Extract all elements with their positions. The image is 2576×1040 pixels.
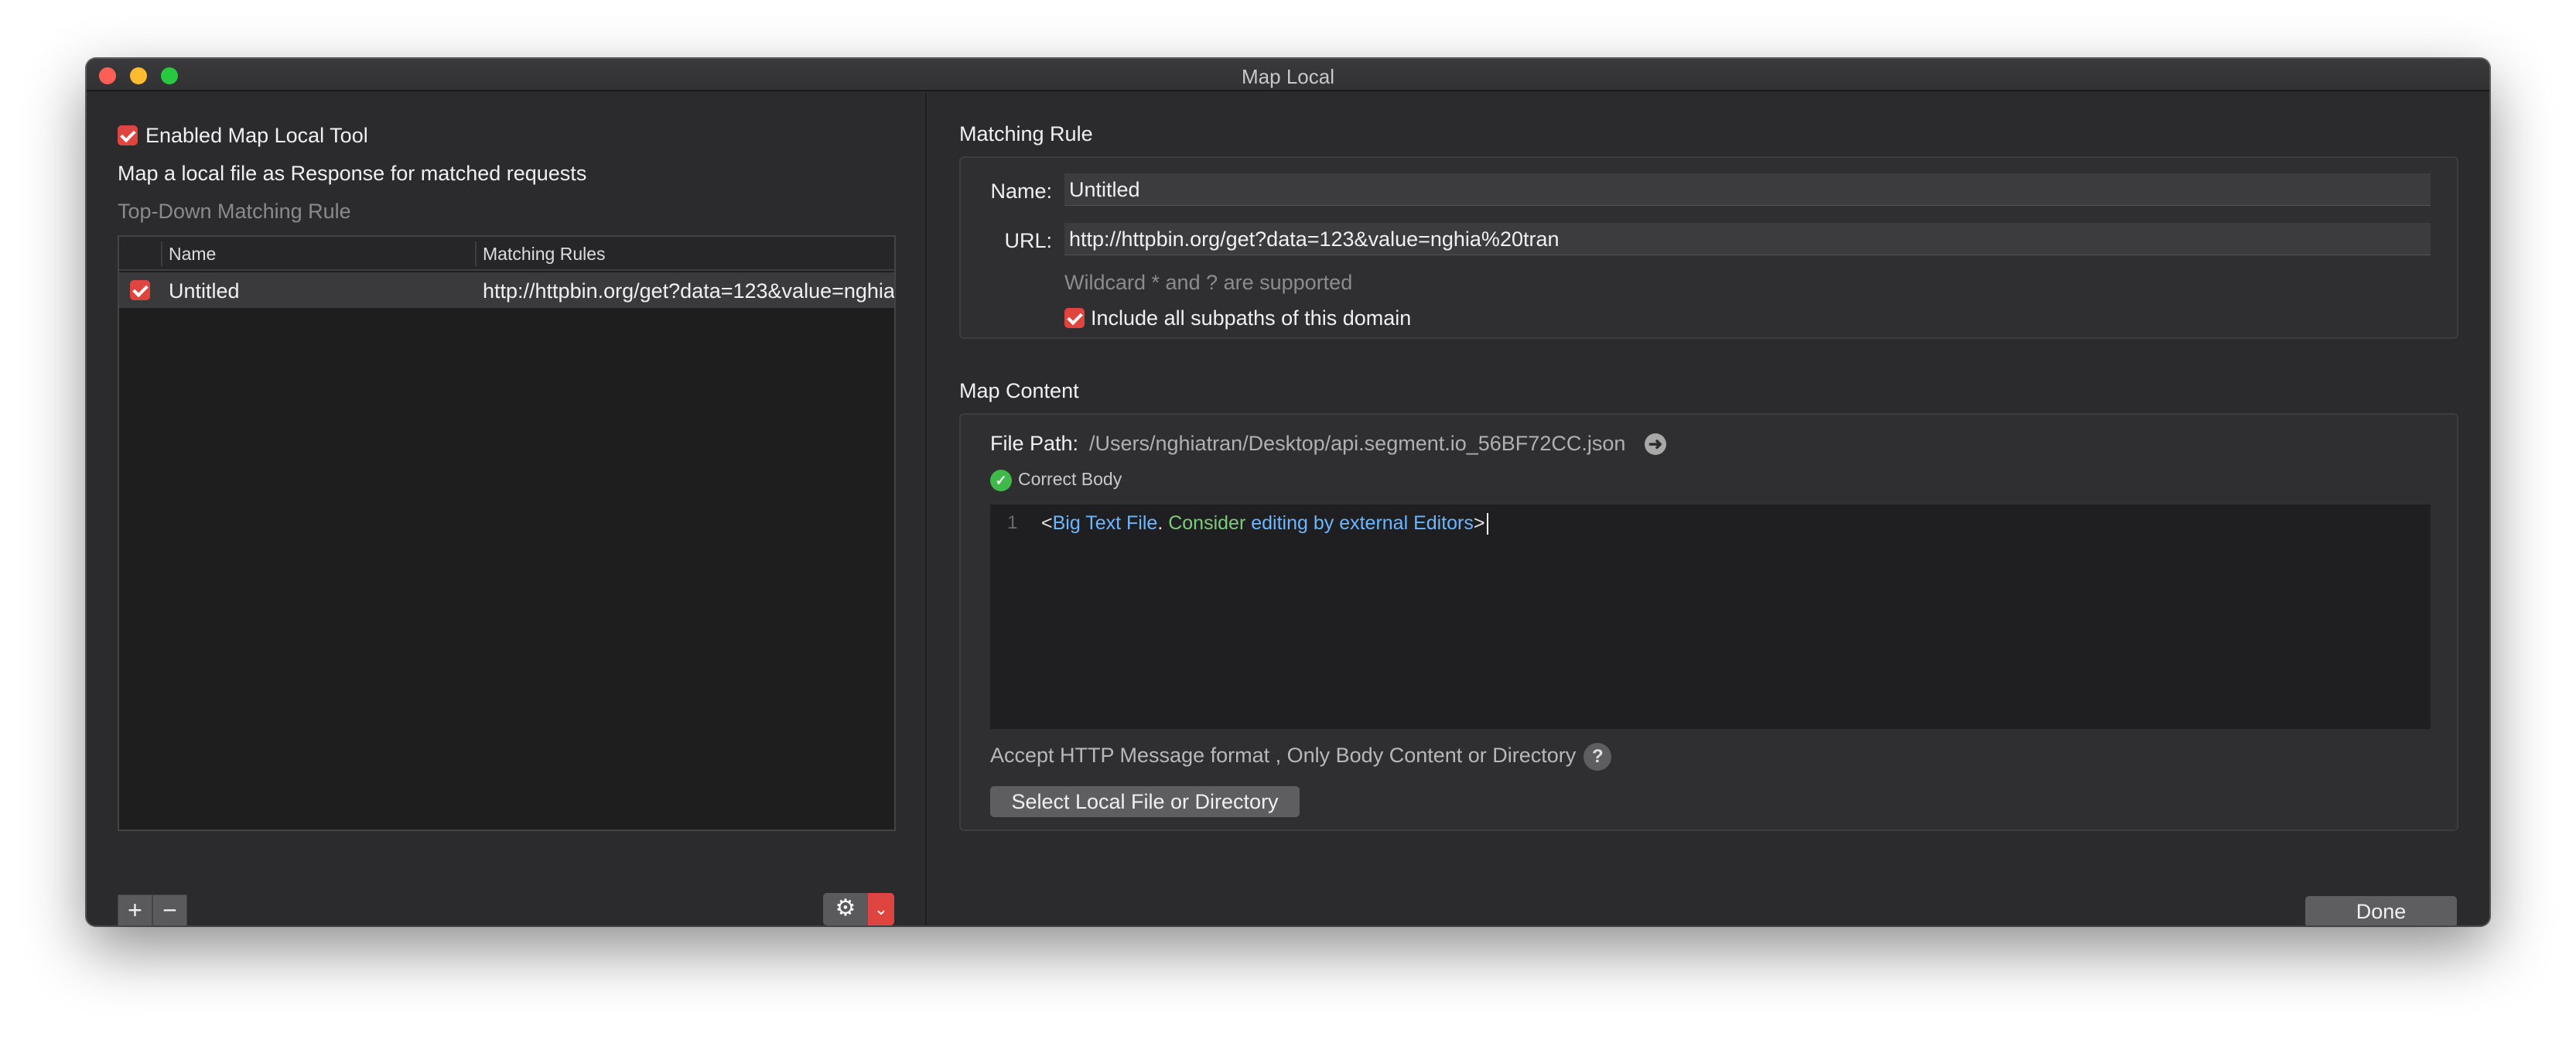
chevron-down-icon[interactable]: ⌄ — [868, 893, 894, 925]
body-editor[interactable]: 1 <Big Text File. Consider editing by ex… — [990, 505, 2431, 729]
open-bracket: < — [1041, 512, 1053, 534]
window-title: Map Local — [1242, 65, 1334, 88]
include-subpaths-checkbox[interactable]: Include all subpaths of this domain — [1064, 306, 1411, 330]
code-text-1: Big Text File — [1052, 512, 1158, 534]
help-icon[interactable]: ? — [1584, 743, 1612, 771]
map-content-title: Map Content — [959, 379, 1079, 402]
row-enabled-checkbox[interactable] — [130, 280, 150, 300]
file-path-value: /Users/nghiatran/Desktop/api.segment.io_… — [1089, 432, 1626, 455]
checkbox-checked-icon[interactable] — [1064, 307, 1085, 328]
include-subpaths-label: Include all subpaths of this domain — [1091, 306, 1412, 330]
checkbox-checked-icon[interactable] — [118, 125, 138, 145]
done-button[interactable]: Done — [2305, 896, 2457, 925]
enabled-label: Enabled Map Local Tool — [145, 124, 368, 147]
remove-rule-button[interactable]: − — [152, 895, 187, 925]
title-bar: Map Local — [87, 59, 2489, 91]
right-pane: Matching Rule Name: Untitled URL: http:/… — [928, 93, 2489, 925]
name-label: Name: — [990, 180, 1052, 203]
rules-table: Name Matching Rules Untitled http://http… — [118, 235, 896, 831]
code-text-2: Consider — [1163, 512, 1246, 534]
column-divider — [161, 241, 162, 266]
column-header-matching-rules[interactable]: Matching Rules — [483, 244, 606, 265]
description-text: Map a local file as Response for matched… — [118, 162, 587, 185]
accept-format-hint: Accept HTTP Message format , Only Body C… — [990, 743, 1612, 771]
gear-icon[interactable]: ⚙ — [823, 893, 868, 925]
line-number: 1 — [1007, 512, 1018, 533]
row-name: Untitled — [169, 279, 240, 303]
matching-rule-title: Matching Rule — [959, 122, 1093, 145]
enabled-map-local-checkbox[interactable]: Enabled Map Local Tool — [118, 124, 368, 148]
table-header: Name Matching Rules — [119, 237, 894, 271]
close-bracket: > — [1473, 512, 1485, 534]
select-local-file-button[interactable]: Select Local File or Directory — [990, 786, 1300, 817]
text-cursor — [1486, 513, 1488, 535]
status-text: Correct Body — [1018, 469, 1122, 489]
map-local-window: Map Local Enabled Map Local Tool Map a l… — [87, 59, 2489, 925]
map-content-box: File Path: /Users/nghiatran/Desktop/api.… — [959, 413, 2458, 831]
column-header-name[interactable]: Name — [169, 244, 216, 265]
body-status: ✓ Correct Body — [990, 469, 1122, 491]
matching-rule-box: Name: Untitled URL: http://httpbin.org/g… — [959, 156, 2458, 339]
accept-text: Accept HTTP Message format , Only Body C… — [990, 744, 1577, 768]
left-pane: Enabled Map Local Tool Map a local file … — [87, 93, 927, 925]
table-row[interactable]: Untitled http://httpbin.org/get?data=123… — [119, 272, 894, 308]
file-path-label: File Path: — [990, 432, 1079, 455]
url-field[interactable]: http://httpbin.org/get?data=123&value=ng… — [1064, 223, 2431, 255]
settings-menu-button[interactable]: ⚙ ⌄ — [823, 893, 894, 925]
name-field[interactable]: Untitled — [1064, 173, 2431, 206]
code-text-3: editing by external Editors — [1245, 512, 1474, 534]
column-divider — [475, 241, 477, 266]
checkmark-circle-icon: ✓ — [990, 469, 1012, 491]
wildcard-hint: Wildcard * and ? are supported — [1064, 271, 1353, 294]
url-label: URL: — [1004, 229, 1052, 252]
add-rule-button[interactable]: + — [118, 895, 152, 925]
add-remove-buttons: + − — [118, 895, 187, 925]
row-rule: http://httpbin.org/get?data=123&value=ng… — [483, 279, 894, 303]
editor-line: <Big Text File. Consider editing by exte… — [1041, 512, 1488, 535]
section-label: Top-Down Matching Rule — [118, 200, 351, 223]
reveal-file-arrow-icon[interactable]: ➜ — [1645, 433, 1666, 455]
